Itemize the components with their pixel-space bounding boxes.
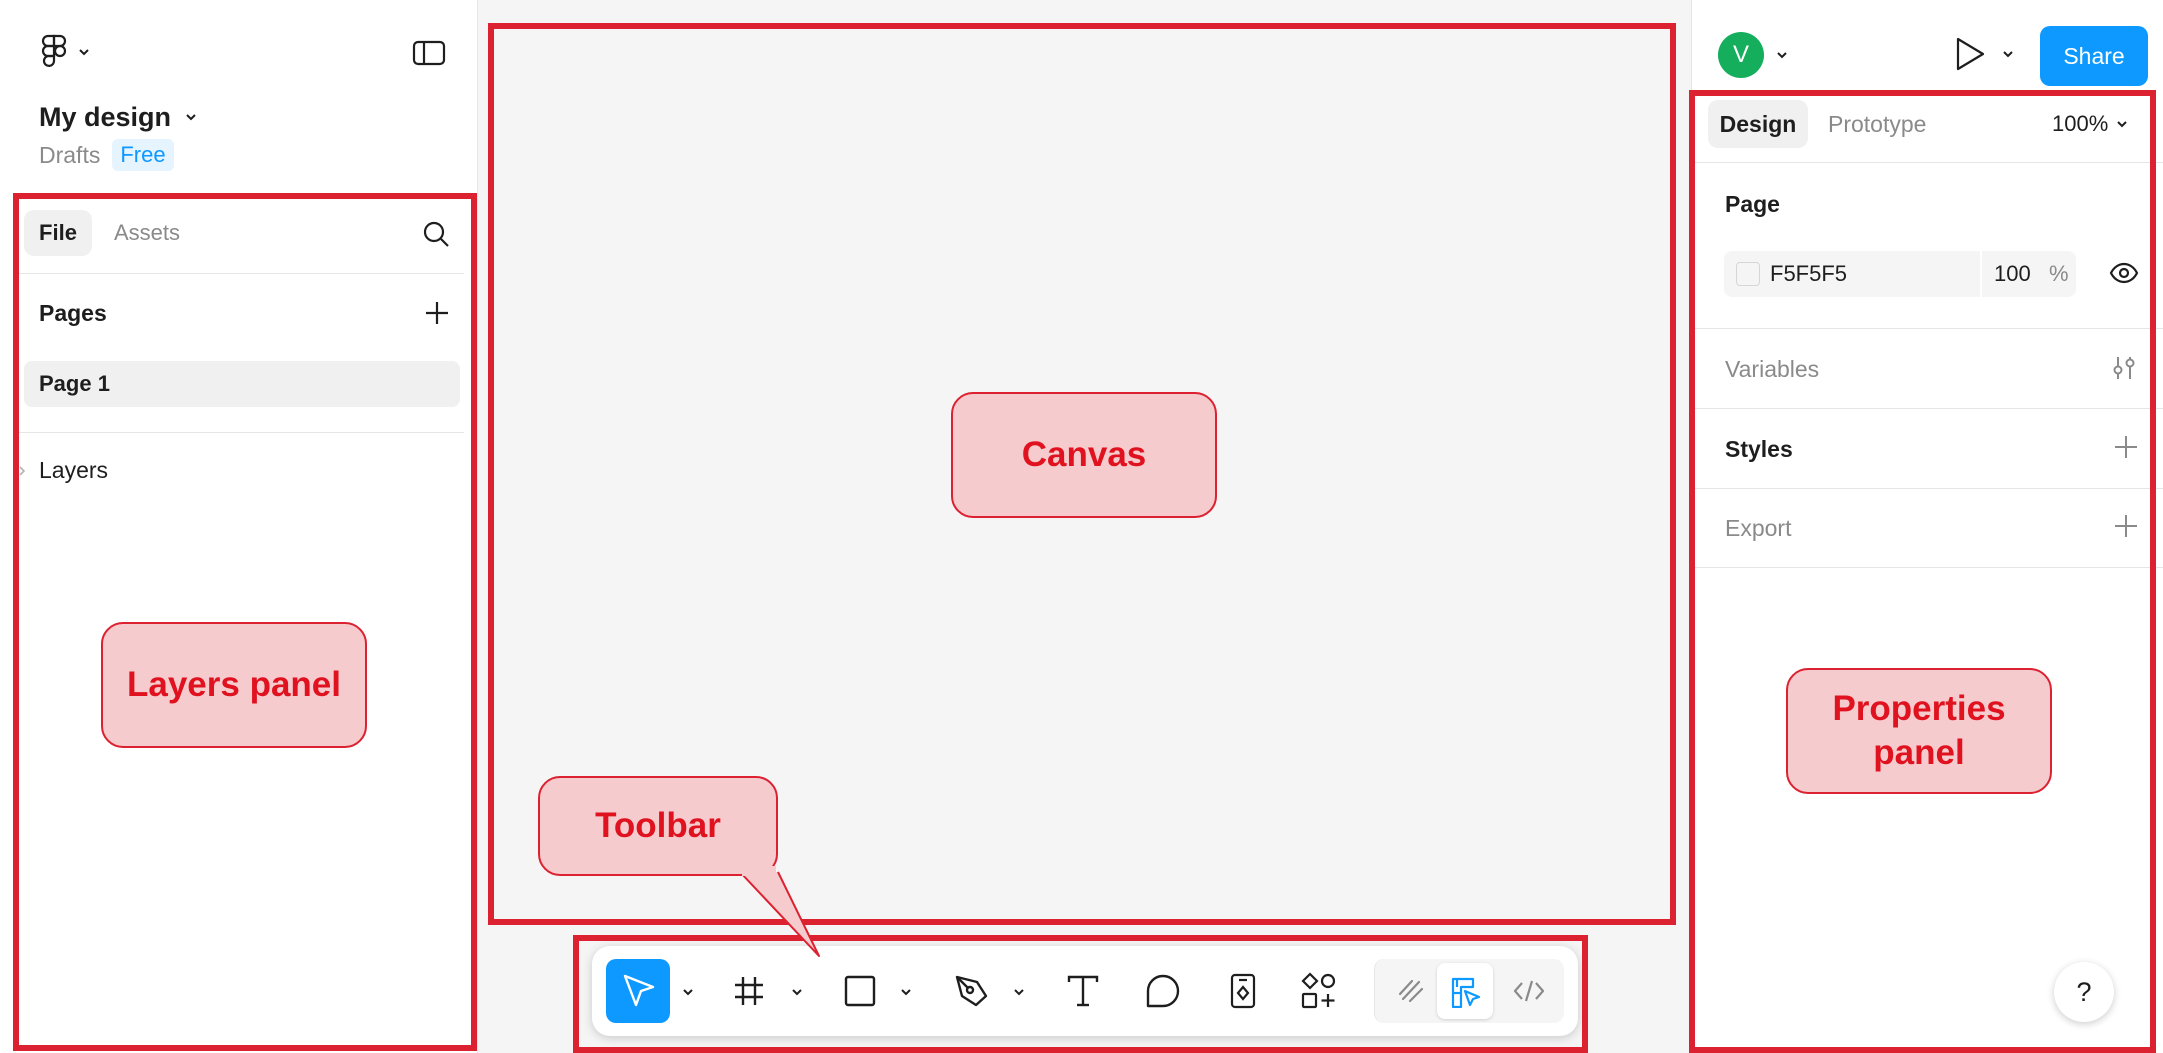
chevron-down-icon bbox=[1776, 51, 1788, 59]
plan-badge[interactable]: Free bbox=[112, 139, 174, 171]
file-name: My design bbox=[39, 101, 172, 132]
chevron-down-icon bbox=[78, 48, 90, 56]
share-button[interactable]: Share bbox=[2040, 26, 2148, 86]
chevron-down-icon bbox=[185, 113, 197, 121]
user-menu[interactable]: V bbox=[1718, 32, 1788, 78]
properties-label-line2: panel bbox=[1873, 733, 1965, 772]
play-icon bbox=[1954, 36, 1986, 72]
properties-label-line1: Properties bbox=[1832, 689, 2006, 729]
sidebar-toggle-icon[interactable] bbox=[412, 40, 446, 66]
drafts-link[interactable]: Drafts bbox=[39, 142, 100, 169]
file-location: Drafts Free bbox=[39, 139, 174, 171]
toolbar-label: Toolbar bbox=[538, 776, 778, 876]
toolbar-highlight bbox=[573, 935, 1588, 1053]
properties-panel-label: Properties panel bbox=[1786, 668, 2052, 794]
toolbar-label-text: Toolbar bbox=[595, 806, 721, 846]
main-menu-button[interactable] bbox=[40, 34, 100, 74]
file-name-button[interactable]: My design bbox=[39, 100, 197, 134]
avatar: V bbox=[1718, 32, 1764, 78]
pointer-join bbox=[742, 866, 776, 876]
present-button[interactable] bbox=[1954, 34, 2014, 74]
layers-panel-label: Layers panel bbox=[101, 622, 367, 748]
properties-panel-highlight bbox=[1689, 90, 2156, 1053]
canvas-label-text: Canvas bbox=[1021, 435, 1147, 475]
chevron-down-icon bbox=[2002, 50, 2014, 58]
share-label: Share bbox=[2063, 42, 2125, 69]
figma-logo-icon bbox=[40, 34, 68, 72]
canvas-label: Canvas bbox=[951, 392, 1217, 518]
layers-panel-label-text: Layers panel bbox=[127, 665, 341, 705]
